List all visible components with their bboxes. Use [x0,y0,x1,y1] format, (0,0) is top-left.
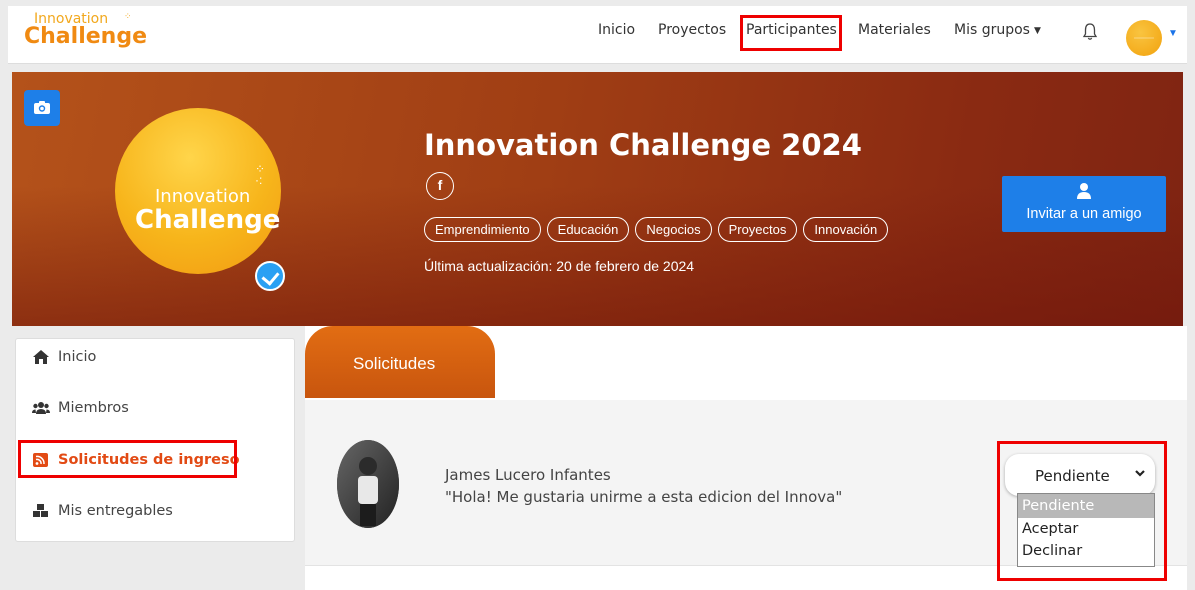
nav-proyectos[interactable]: Proyectos [658,22,726,38]
option-aceptar[interactable]: Aceptar [1018,518,1154,540]
requester-name: James Lucero Infantes [445,466,611,484]
last-updated: Última actualización: 20 de febrero de 2… [424,258,695,274]
sidebar-item-miembros[interactable]: Miembros [32,400,129,416]
sidebar-item-label: Mis entregables [58,503,173,519]
group-logo-line2: Challenge [135,205,281,235]
requester-avatar [337,440,399,528]
verified-badge-icon [255,261,285,291]
tag-chip[interactable]: Emprendimiento [424,217,541,242]
sidebar-item-label: Miembros [58,400,129,416]
nav-inicio[interactable]: Inicio [598,22,635,38]
tag-chip[interactable]: Innovación [803,217,889,242]
sidebar-item-entregables[interactable]: Mis entregables [32,503,173,519]
nav-mis-grupos-label: Mis grupos [954,22,1030,38]
group-logo: Innovation Challenge ⁘ ·: [115,108,285,291]
tag-chip[interactable]: Educación [546,217,630,242]
spark-icon: ⁘ ·: [255,162,266,187]
sidebar-item-inicio[interactable]: Inicio [32,349,96,365]
sidebar-item-label: Inicio [58,349,97,365]
group-title: Innovation Challenge 2024 [424,128,862,162]
tag-chip[interactable]: Negocios [635,217,712,242]
invite-friend-button[interactable]: Invitar a un amigo [1002,176,1166,232]
users-icon [32,402,50,414]
highlight-participantes [740,15,842,51]
change-cover-button[interactable] [24,90,60,126]
camera-icon [34,101,50,114]
facebook-icon[interactable]: f [426,172,454,200]
user-avatar[interactable] [1126,20,1162,56]
avatar-caret-icon[interactable]: ▼ [1168,28,1178,39]
nav-materiales[interactable]: Materiales [858,22,931,38]
invite-friend-label: Invitar a un amigo [1026,206,1142,222]
highlight-solicitudes [18,440,237,478]
tab-solicitudes[interactable]: Solicitudes [305,326,495,398]
request-message: "Hola! Me gustaria unirme a esta edicion… [445,488,843,506]
status-options-list: Pendiente Aceptar Declinar [1017,493,1155,567]
cubes-icon [33,504,48,517]
caret-down-icon: ▼ [1033,26,1041,36]
nav-mis-grupos[interactable]: Mis grupos ▼ [954,22,1041,38]
spark-icon: ⁘ [124,11,132,21]
group-logo-line1: Innovation [155,186,251,207]
bell-icon[interactable] [1082,22,1098,42]
group-tags: Emprendimiento Educación Negocios Proyec… [424,217,889,242]
user-plus-icon [1077,183,1091,199]
option-pendiente[interactable]: Pendiente [1018,494,1154,518]
tag-chip[interactable]: Proyectos [717,217,798,242]
home-icon [33,350,49,364]
option-declinar[interactable]: Declinar [1018,540,1154,562]
tab-label: Solicitudes [353,354,436,373]
group-cover: Innovation Challenge ⁘ ·: Innovation Chal… [12,72,1183,326]
brand-logo-line2: Challenge [24,24,147,49]
top-navbar: Innovation Challenge ⁘ Inicio Proyectos … [8,6,1187,64]
brand-logo[interactable]: Innovation Challenge ⁘ [24,12,147,48]
